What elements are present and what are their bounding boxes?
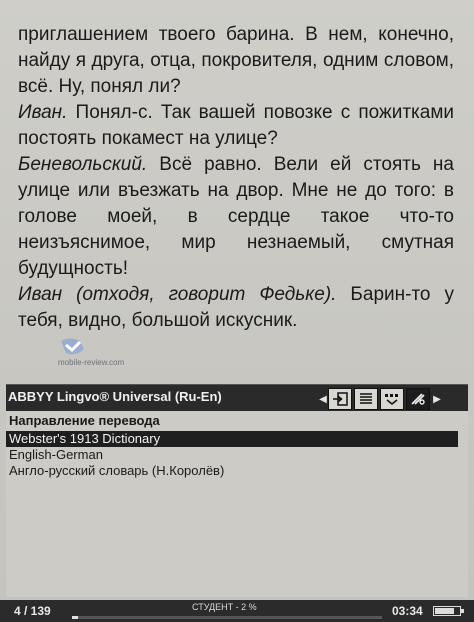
paragraph-2: Иван. Понял-с. Так вашей повозке с пожит…: [18, 102, 454, 149]
dictionary-item[interactable]: Англо-русский словарь (Н.Королёв): [6, 463, 468, 479]
keyboard-button[interactable]: [380, 388, 404, 410]
dictionary-item[interactable]: Webster's 1913 Dictionary: [6, 431, 458, 447]
list-icon: [360, 393, 372, 404]
paragraph-4: Иван (отходя, говорит Федьке). Барин-то …: [18, 284, 454, 331]
keyboard-icon: [385, 394, 398, 406]
chevron-right-icon[interactable]: ▶: [432, 388, 442, 410]
reading-progress-bar: [72, 616, 382, 619]
reading-progress-fill: [72, 616, 79, 619]
translation-direction-label: Направление перевода: [9, 413, 160, 428]
lingvo-header: ABBYY Lingvo® Universal (Ru-En) ◀ ▶: [6, 385, 468, 411]
reader-screen: приглашением твоего барина. В нем, конеч…: [0, 0, 474, 622]
lingvo-panel: ABBYY Lingvo® Universal (Ru-En) ◀ ▶ Напр…: [6, 384, 468, 597]
page-counter[interactable]: 4 / 139: [14, 604, 51, 618]
dictionary-list-button[interactable]: [354, 388, 378, 410]
exit-button[interactable]: [328, 388, 352, 410]
watermark: mobile-review.com: [58, 335, 124, 369]
paragraph-3: Беневольский. Всё равно. Вели ей стоять …: [18, 154, 454, 279]
chevron-left-icon[interactable]: ◀: [318, 388, 328, 410]
exit-icon: [333, 392, 348, 406]
status-bar: 4 / 139 СТУДЕНТ - 2 % 03:34: [0, 600, 474, 622]
mobile-review-logo-icon: [61, 338, 84, 355]
lingvo-toolbar: ◀ ▶: [318, 388, 468, 410]
book-title: СТУДЕНТ - 2 %: [192, 602, 257, 612]
speaker-name: Иван.: [18, 102, 68, 123]
book-text[interactable]: приглашением твоего барина. В нем, конеч…: [18, 22, 454, 334]
speaker-name: Беневольский.: [18, 154, 148, 175]
settings-tools-icon: [411, 393, 425, 405]
speaker-name: Иван (отходя, говорит Федьке).: [18, 284, 337, 305]
lingvo-title: ABBYY Lingvo® Universal (Ru-En): [8, 389, 222, 404]
watermark-text: mobile-review.com: [58, 358, 125, 367]
paragraph-1: приглашением твоего барина. В нем, конеч…: [18, 24, 454, 97]
clock: 03:34: [392, 604, 423, 618]
dictionary-list: Webster's 1913 Dictionary English-German…: [6, 431, 468, 479]
battery-icon: [433, 606, 464, 616]
battery-level: [435, 608, 455, 614]
settings-button[interactable]: [406, 388, 430, 410]
dictionary-item[interactable]: English-German: [6, 447, 468, 463]
